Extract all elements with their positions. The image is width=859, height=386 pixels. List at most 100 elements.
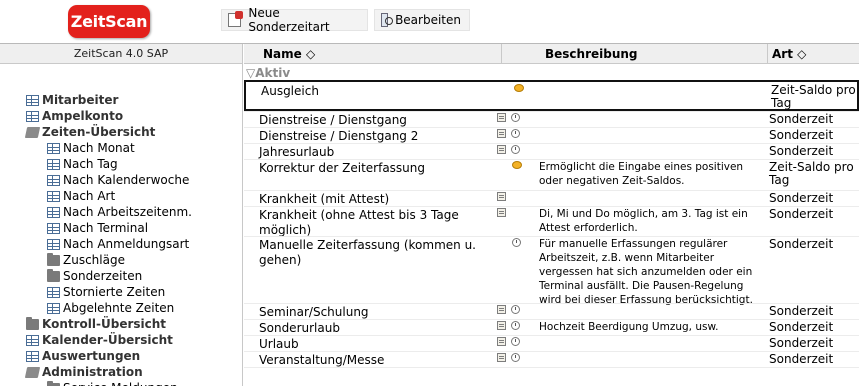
sidebar-item-nach-monat[interactable]: Nach Monat [26,140,192,156]
sidebar-item-label: Service Meldungen [63,380,178,386]
table-row[interactable]: Veranstaltung/Messe Sonderzeit [244,351,859,368]
sidebar-item-nach-kalenderwoche[interactable]: Nach Kalenderwoche [26,172,192,188]
sidebar-item-label: Administration [42,365,143,379]
sidebar-item-label: Sonderzeiten [63,269,143,283]
calendar-icon [497,353,506,362]
row-type-icons [497,337,529,349]
row-type-icons [497,208,529,220]
row-type-icons [497,113,529,125]
sidebar-item-nach-arbeitszeitenm[interactable]: Nach Arbeitszeitenm. [26,204,192,220]
sidebar-item-nach-art[interactable]: Nach Art [26,188,192,204]
group-header-aktiv[interactable]: ▽Aktiv [246,66,290,80]
grid-icon [47,206,60,218]
grid-icon [47,174,60,186]
new-document-icon [228,11,244,27]
row-type-icons [497,161,529,173]
sidebar-item-service-meldungen[interactable]: Service Meldungen [26,380,192,386]
column-separator[interactable] [501,44,502,64]
column-header-name[interactable]: Name ◇ [263,44,315,64]
zeitscan-logo[interactable]: ZeitScan [68,5,150,38]
row-name: Dienstreise / Dienstgang [259,113,407,127]
sidebar-item-label: Nach Kalenderwoche [63,173,190,187]
grid-icon [26,350,39,362]
sidebar-item-label: Nach Anmeldungsart [63,237,190,251]
row-name: Korrektur der Zeiterfassung [259,161,426,175]
sidebar-item-label: Kalender-Übersicht [42,333,173,347]
sidebar-item-mitarbeiter[interactable]: Mitarbeiter [26,92,192,108]
row-type-icons [497,321,529,333]
sidebar-item-nach-anmeldungsart[interactable]: Nach Anmeldungsart [26,236,192,252]
row-description: Für manuelle Erfassungen regulärer Arbei… [539,238,753,306]
edit-button[interactable]: Bearbeiten [374,9,470,31]
sidebar-item-abgelehnte-zeiten[interactable]: Abgelehnte Zeiten [26,300,192,316]
row-divider [244,367,859,368]
sidebar-item-label: Nach Tag [63,157,118,171]
table-row[interactable]: Krankheit (ohne Attest bis 3 Tage möglic… [244,206,859,238]
calendar-icon [497,192,506,201]
sidebar-item-label: Kontroll-Übersicht [42,317,167,331]
sidebar-item-nach-terminal[interactable]: Nach Terminal [26,220,192,236]
table-row[interactable]: Korrektur der Zeiterfassung Ermöglicht di… [244,159,859,190]
row-description: Di, Mi und Do möglich, am 3. Tag ist ein… [539,208,748,234]
folder-icon [47,268,60,282]
table-row[interactable]: Ausgleich Zeit-Saldo pro Tag [244,80,859,111]
sidebar-item-stornierte-zeiten[interactable]: Stornierte Zeiten [26,284,192,300]
column-header-art[interactable]: Art ◇ [772,44,806,64]
calendar-icon [497,305,506,314]
table-row[interactable]: Dienstreise / Dienstgang 2 Sonderzeit [244,127,859,144]
row-art: Sonderzeit [769,237,834,251]
column-header-beschreibung: Beschreibung [545,47,638,61]
sidebar-item-administration[interactable]: Administration [24,364,192,380]
row-type-icons [497,129,529,141]
row-name: Manuelle Zeiterfassung (kommen u. gehen) [259,238,476,267]
grid-icon [47,222,60,234]
row-type-icons [497,145,529,157]
calendar-icon [497,129,506,138]
row-art: Sonderzeit [769,336,834,350]
calendar-icon [497,321,506,330]
sidebar-item-label: Abgelehnte Zeiten [63,301,175,315]
sidebar-item-kalender-übersicht[interactable]: Kalender-Übersicht [26,332,192,348]
sidebar-item-label: Ampelkonto [42,109,124,123]
sidebar-item-nach-tag[interactable]: Nach Tag [26,156,192,172]
row-name: Seminar/Schulung [259,305,369,319]
sidebar-item-sonderzeiten[interactable]: Sonderzeiten [26,268,192,284]
row-name: Krankheit (ohne Attest bis 3 Tage möglic… [259,208,459,237]
clock-icon [511,129,520,138]
column-separator[interactable] [767,44,768,64]
table-row[interactable]: Dienstreise / Dienstgang Sonderzeit [244,111,859,128]
row-art: Sonderzeit [769,352,834,366]
coin-icon [514,84,524,92]
table-row[interactable]: Manuelle Zeiterfassung (kommen u. gehen)… [244,236,859,307]
folder-icon [47,252,60,266]
table-row[interactable]: Seminar/Schulung Sonderzeit [244,303,859,320]
row-name: Urlaub [259,337,299,351]
clock-icon [512,238,521,247]
table-row[interactable]: Krankheit (mit Attest) Sonderzeit [244,190,859,207]
table-row[interactable]: Jahresurlaub Sonderzeit [244,143,859,160]
new-special-time-button[interactable]: Neue Sonderzeitart [221,6,368,34]
sidebar-item-zeiten-übersicht[interactable]: Zeiten-Übersicht [24,124,192,140]
sidebar-item-auswertungen[interactable]: Auswertungen [26,348,192,364]
row-type-icons [497,305,529,317]
grid-icon [26,334,39,346]
row-art: Zeit-Saldo pro Tag [771,83,856,110]
sidebar-item-label: Stornierte Zeiten [63,285,166,299]
sidebar-item-zuschläge[interactable]: Zuschläge [26,252,192,268]
table-row[interactable]: Urlaub Sonderzeit [244,335,859,352]
edit-search-icon [381,13,394,27]
sidebar-item-ampelkonto[interactable]: Ampelkonto [26,108,192,124]
table-row[interactable]: Sonderurlaub Hochzeit Beerdigung Umzug, u… [244,319,859,336]
calendar-icon [497,145,506,154]
grid-icon [47,190,60,202]
grid-icon [47,286,60,298]
row-art: Sonderzeit [769,304,834,318]
row-name: Dienstreise / Dienstgang 2 [259,129,419,143]
sidebar-item-label: Zuschläge [63,253,125,267]
sidebar-item-kontroll-übersicht[interactable]: Kontroll-Übersicht [26,316,192,332]
edit-label: Bearbeiten [395,13,461,27]
sidebar-item-label: Nach Terminal [63,221,149,235]
clock-icon [511,145,520,154]
row-type-icons [497,238,529,250]
sidebar-item-label: Zeiten-Übersicht [42,125,156,139]
